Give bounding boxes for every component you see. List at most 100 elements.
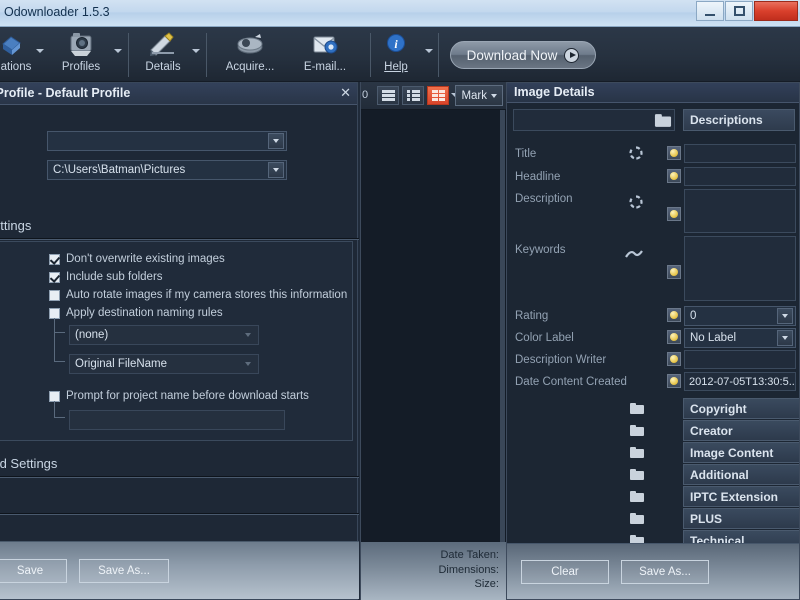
checkbox-apply-naming-rules[interactable]: Apply destination naming rules (49, 307, 223, 319)
toolbar-item-destinations[interactable]: ations (0, 27, 46, 82)
chevron-down-icon-destinations[interactable] (36, 49, 44, 53)
help-info-icon: i (381, 31, 411, 59)
headline-input[interactable] (684, 167, 796, 186)
toolbar-divider-3 (370, 33, 371, 77)
toolbar-item-acquire[interactable]: Acquire... (214, 27, 286, 82)
checkbox-auto-rotate[interactable]: Auto rotate images if my camera stores t… (49, 289, 347, 301)
chevron-down-icon-profiles[interactable] (114, 49, 122, 53)
folder-icon[interactable] (630, 513, 644, 524)
section-button-additional[interactable]: Additional (683, 464, 799, 485)
save-as-button[interactable]: Save As... (79, 559, 169, 583)
thumbnail-list[interactable] (361, 110, 507, 560)
clear-button[interactable]: Clear (521, 560, 609, 584)
toolbar-item-email[interactable]: E-mail... (290, 27, 360, 82)
folder-icon[interactable] (630, 469, 644, 480)
project-name-input[interactable] (69, 410, 285, 430)
maximize-button[interactable] (725, 1, 753, 21)
chevron-down-icon-source[interactable] (268, 133, 284, 149)
bulb-icon-description[interactable] (667, 207, 681, 221)
detail-view-icon[interactable] (402, 86, 424, 105)
section-button-creator[interactable]: Creator (683, 420, 799, 441)
description-input[interactable] (684, 189, 796, 233)
section-button-copyright[interactable]: Copyright (683, 398, 799, 419)
section-button-image-content[interactable]: Image Content (683, 442, 799, 463)
checkbox-icon[interactable] (49, 271, 60, 283)
thumbnail-scrollbar[interactable] (500, 110, 505, 560)
download-profile-panel: wnload Profile - Default Profile ✕ rce t… (0, 82, 359, 600)
chevron-down-icon-destination[interactable] (268, 162, 284, 178)
chevron-down-icon-sub-folder[interactable] (240, 327, 256, 343)
list-view-icon[interactable] (377, 86, 399, 105)
section-label: Creator (690, 423, 733, 438)
app-window: Odownloader 1.5.3 ations Profiles Detail… (0, 0, 800, 600)
checkbox-dont-overwrite[interactable]: Don't overwrite existing images (49, 253, 225, 265)
save-button[interactable]: Save (0, 559, 67, 583)
keywords-input[interactable] (684, 236, 796, 301)
chevron-down-icon-mark (491, 93, 497, 98)
swoosh-icon-keywords[interactable] (625, 247, 643, 261)
bulb-icon-date-content-created[interactable] (667, 374, 681, 388)
image-details-title: Image Details (514, 85, 595, 99)
checkbox-icon[interactable] (49, 390, 60, 402)
checkbox-include-sub-folders[interactable]: Include sub folders (49, 271, 163, 283)
section-button-technical[interactable]: Technical (683, 530, 799, 543)
bulb-icon-color-label[interactable] (667, 330, 681, 344)
folder-icon[interactable] (630, 535, 644, 543)
download-profile-footer: Save Save As... (0, 541, 359, 599)
bulb-icon-headline[interactable] (667, 169, 681, 183)
checkbox-icon[interactable] (49, 253, 60, 265)
sub-folder-combo[interactable]: (none) (69, 325, 259, 345)
scripting-header[interactable]: Scripting (0, 490, 359, 514)
chevron-down-icon-file-name[interactable] (240, 356, 256, 372)
profiles-camera-icon (66, 31, 96, 59)
toolbar-item-profiles[interactable]: Profiles (50, 27, 112, 82)
chevron-down-icon-color-label[interactable] (777, 330, 793, 346)
bulb-icon-keywords[interactable] (667, 265, 681, 279)
mark-button[interactable]: Mark (455, 85, 503, 106)
refresh-icon-title[interactable] (629, 146, 643, 160)
title-input[interactable] (684, 144, 796, 163)
tree-connector (54, 401, 65, 418)
checkbox-prompt-project-name[interactable]: Prompt for project name before download … (49, 390, 309, 402)
color-label-field-label: Color Label (515, 332, 574, 344)
section-button-plus[interactable]: PLUS (683, 508, 799, 529)
close-button[interactable] (754, 1, 798, 21)
bulb-icon-title[interactable] (667, 146, 681, 160)
bulb-icon-description-writer[interactable] (667, 352, 681, 366)
folder-icon[interactable] (630, 447, 644, 458)
description-writer-input[interactable] (684, 350, 796, 369)
refresh-icon-description[interactable] (629, 195, 643, 209)
bulb-icon-rating[interactable] (667, 308, 681, 322)
toolbar-item-details[interactable]: Details (134, 27, 192, 82)
close-icon[interactable]: ✕ (340, 86, 351, 99)
file-name-combo[interactable]: Original FileName (69, 354, 259, 374)
minimize-button[interactable] (696, 1, 724, 21)
folder-icon[interactable] (630, 425, 644, 436)
basic-settings-header[interactable]: Basic Settings (0, 215, 359, 239)
folder-icon[interactable] (630, 491, 644, 502)
checkbox-icon[interactable] (49, 289, 60, 301)
advanced-settings-header[interactable]: Advanced Settings (0, 453, 359, 477)
rating-combo[interactable]: 0 (684, 306, 796, 326)
toolbar-divider-2 (206, 33, 207, 77)
folder-icon[interactable] (630, 403, 644, 414)
chevron-down-icon-rating[interactable] (777, 308, 793, 324)
color-label-combo[interactable]: No Label (684, 328, 796, 348)
grid-view-icon[interactable] (427, 86, 449, 105)
chevron-down-icon-help[interactable] (425, 49, 433, 53)
date-content-created-input[interactable]: 2012-07-05T13:30:5... (684, 372, 796, 391)
source-combo[interactable] (47, 131, 287, 151)
checkbox-icon[interactable] (49, 307, 60, 319)
download-now-button[interactable]: Download Now (450, 41, 596, 69)
toolbar-item-help[interactable]: i Help (376, 27, 416, 82)
section-row-additional: Additional (507, 464, 799, 485)
tree-connector (54, 318, 65, 362)
descriptions-header[interactable]: Descriptions (683, 109, 795, 131)
destination-combo[interactable]: C:\Users\Batman\Pictures (47, 160, 287, 180)
toolbar-label-help: Help (384, 61, 408, 73)
checkbox-label: Don't overwrite existing images (66, 253, 225, 265)
chevron-down-icon-details[interactable] (192, 49, 200, 53)
image-details-save-as-button[interactable]: Save As... (621, 560, 709, 584)
section-button-iptc-extension[interactable]: IPTC Extension (683, 486, 799, 507)
folder-icon[interactable] (654, 114, 672, 127)
